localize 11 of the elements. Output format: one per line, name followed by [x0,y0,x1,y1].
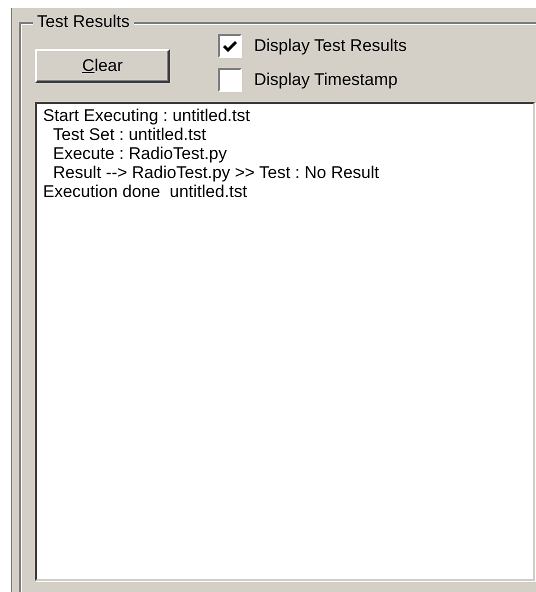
checkbox-label: Display Timestamp [254,69,398,91]
checkbox[interactable] [218,34,242,58]
checkbox-label: Display Test Results [254,35,407,57]
check-icon [223,40,237,52]
log-line: Execution done untitled.tst [43,182,248,201]
log-line: Result --> RadioTest.py >> Test : No Result [52,163,380,182]
log-line: Test Set : untitled.tst [52,125,206,144]
clear-button[interactable]: Clear [35,49,170,83]
log-line: Start Executing : untitled.tst [43,106,250,125]
log-line: Execute : RadioTest.py [52,144,227,163]
checkbox[interactable] [218,68,242,92]
